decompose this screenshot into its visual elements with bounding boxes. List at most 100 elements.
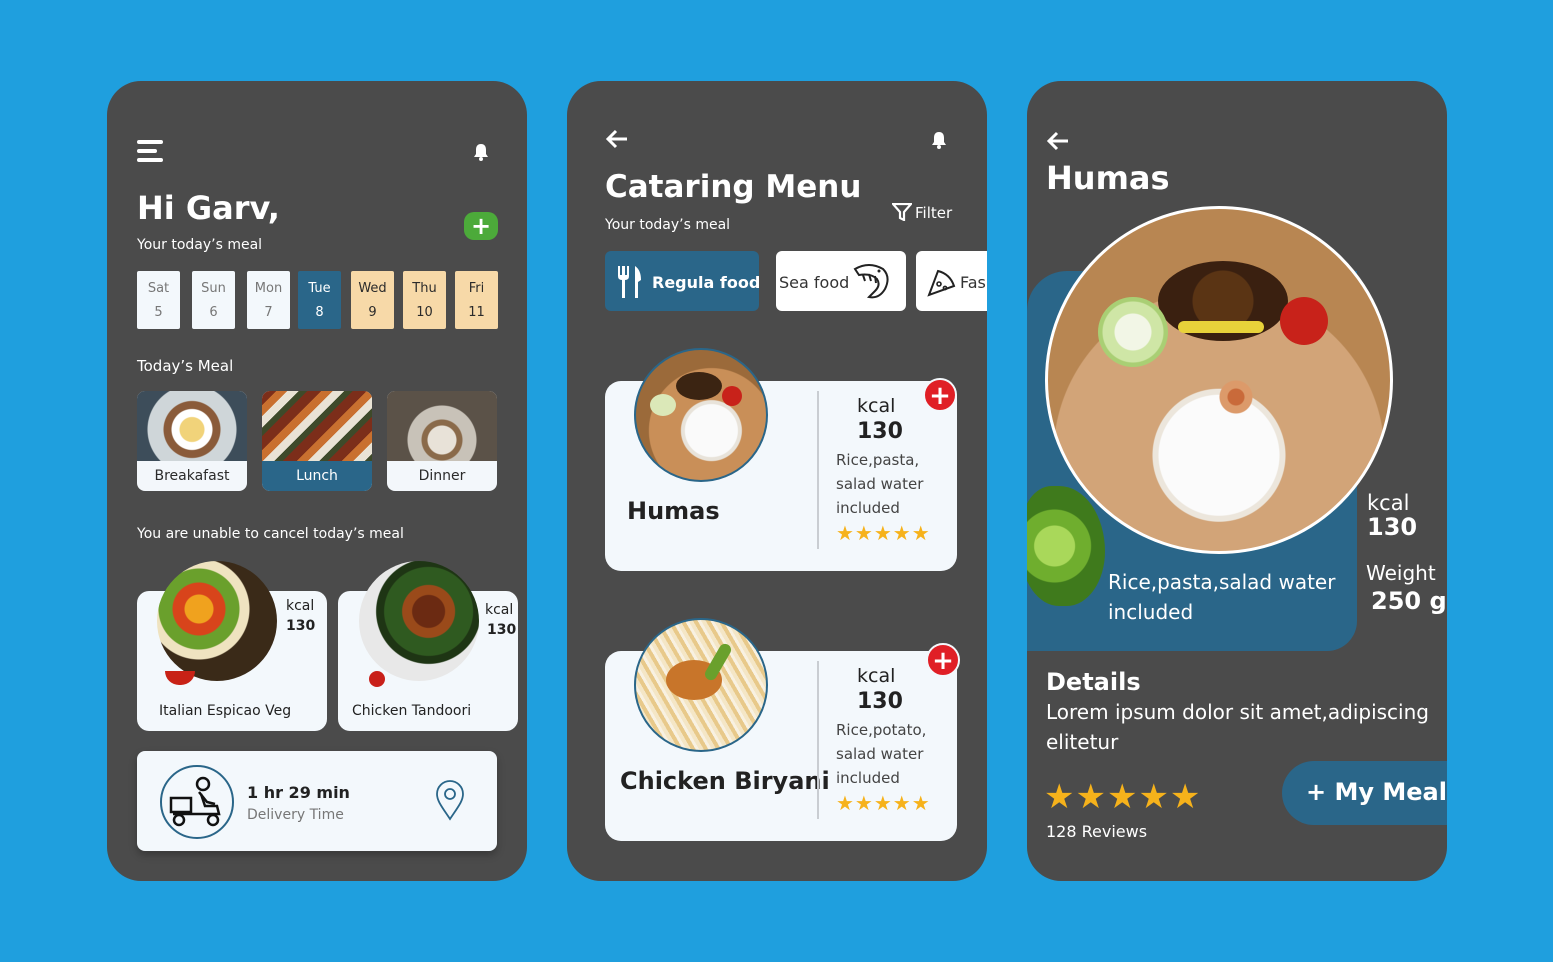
cabbage-image (650, 394, 676, 416)
kcal-value: 130 (487, 622, 517, 638)
add-humas-button[interactable]: + (923, 378, 957, 412)
dish-name: Italian Espicao Veg (159, 703, 292, 719)
dish-desc: included (1108, 600, 1194, 624)
details-text: elitetur (1046, 730, 1119, 754)
catering-menu-screen: Cataring Menu Your today’s meal Filter R… (567, 81, 987, 881)
reviews-count[interactable]: 128 Reviews (1046, 822, 1147, 841)
hamburger-menu-icon[interactable] (137, 139, 165, 163)
day-thu[interactable]: Thu 10 (403, 271, 446, 329)
dish-title: Humas (1046, 159, 1170, 197)
day-tue-selected[interactable]: Tue 8 (298, 271, 341, 329)
category-fast-food[interactable]: Fas (916, 251, 987, 311)
filter-icon (892, 203, 912, 221)
fork-knife-icon (618, 266, 641, 298)
dinner-image (387, 391, 497, 461)
category-label: Regula food (652, 273, 761, 292)
day-number: 7 (264, 305, 273, 320)
details-heading: Details (1046, 668, 1141, 696)
greeting-subtitle: Your today’s meal (137, 237, 263, 253)
add-chicken-biryani-button[interactable]: + (926, 643, 960, 677)
humas-topping-image (676, 372, 722, 400)
page-subtitle: Your today’s meal (605, 217, 731, 233)
menu-item-desc: included (836, 769, 900, 787)
kcal-value: 130 (857, 689, 903, 714)
weight-value: 250 g (1371, 587, 1447, 615)
day-number: 6 (209, 305, 218, 320)
shrimp-icon (853, 264, 889, 299)
day-wed[interactable]: Wed 9 (351, 271, 394, 329)
day-sat[interactable]: Sat 5 (137, 271, 180, 329)
breakfast-image (137, 391, 247, 461)
kcal-label: kcal (857, 665, 896, 687)
add-meal-button[interactable]: + (464, 212, 498, 240)
kcal-label: kcal (286, 598, 315, 614)
meal-label: Dinner (418, 468, 466, 484)
day-name: Tue (308, 281, 331, 296)
menu-item-desc: Rice,potato, (836, 721, 927, 739)
category-label: Fas (960, 273, 986, 292)
tomato-image (722, 386, 742, 406)
bell-icon[interactable] (473, 143, 489, 161)
rating-stars: ★★★★★ (836, 521, 931, 545)
kcal-label: kcal (485, 602, 514, 618)
meal-label: Breakafast (154, 468, 230, 484)
day-name: Fri (468, 281, 485, 296)
kcal-label: kcal (857, 395, 896, 417)
fried-onion-image (1208, 377, 1264, 417)
page-title: Cataring Menu (605, 169, 862, 205)
day-fri[interactable]: Fri 11 (455, 271, 498, 329)
rating-stars: ★★★★★ (1044, 777, 1202, 817)
day-number: 5 (154, 305, 163, 320)
weight-label: Weight (1366, 561, 1436, 585)
day-number: 8 (315, 305, 324, 320)
cabbage-image (1098, 297, 1168, 367)
tomato-image (369, 671, 385, 687)
humas-dish-image (1045, 206, 1393, 554)
delivery-time: 1 hr 29 min (247, 783, 350, 802)
menu-item-name: Chicken Biryani (620, 767, 830, 795)
category-label: Sea food (779, 273, 850, 292)
back-arrow-icon[interactable] (1046, 131, 1070, 151)
location-pin-icon[interactable] (434, 779, 466, 821)
category-regular-food[interactable]: Regula food (605, 251, 761, 311)
delivery-card[interactable]: 1 hr 29 min Delivery Time (137, 751, 497, 851)
dish-desc: Rice,pasta,salad water (1108, 570, 1336, 594)
rating-stars: ★★★★★ (836, 791, 931, 815)
meal-breakfast[interactable]: Breakafast (137, 391, 247, 491)
kcal-label: kcal (1367, 491, 1410, 515)
filter-label: Filter (915, 204, 953, 222)
back-arrow-icon[interactable] (605, 129, 629, 149)
meal-label: Lunch (262, 461, 372, 491)
add-to-my-meal-button[interactable]: + My Meal (1282, 761, 1447, 825)
menu-item-desc: salad water (836, 745, 924, 763)
pepper-strip-image (1178, 321, 1264, 333)
kcal-value: 130 (286, 618, 316, 634)
dish-name: Chicken Tandoori (352, 703, 472, 719)
humas-image (634, 348, 768, 482)
italian-veg-image (157, 561, 277, 681)
tomato-image (1280, 297, 1328, 345)
divider (817, 661, 819, 819)
greeting-title: Hi Garv, (137, 189, 280, 227)
day-name: Wed (358, 281, 387, 296)
chicken-biryani-image (634, 618, 768, 752)
day-name: Mon (254, 281, 283, 296)
dish-detail-screen: Humas kcal 130 Weight 250 g Rice,pasta,s… (1027, 81, 1447, 881)
meal-lunch[interactable]: Lunch (262, 391, 372, 491)
day-name: Thu (412, 281, 437, 296)
category-sea-food[interactable]: Sea food (776, 251, 906, 311)
todays-meal-heading: Today’s Meal (137, 357, 234, 375)
bell-icon[interactable] (931, 131, 947, 149)
divider (817, 391, 819, 549)
meal-dinner[interactable]: Dinner (387, 391, 497, 491)
cancel-notice: You are unable to cancel today’s meal (137, 526, 404, 542)
day-mon[interactable]: Mon 7 (247, 271, 290, 329)
menu-item-desc: Rice,pasta, (836, 451, 920, 469)
day-sun[interactable]: Sun 6 (192, 271, 235, 329)
lunch-image (262, 391, 372, 461)
menu-item-desc: included (836, 499, 900, 517)
day-number: 10 (416, 305, 433, 320)
day-number: 9 (368, 305, 377, 320)
details-text: Lorem ipsum dolor sit amet,adipiscing (1046, 700, 1429, 724)
day-number: 11 (468, 305, 485, 320)
